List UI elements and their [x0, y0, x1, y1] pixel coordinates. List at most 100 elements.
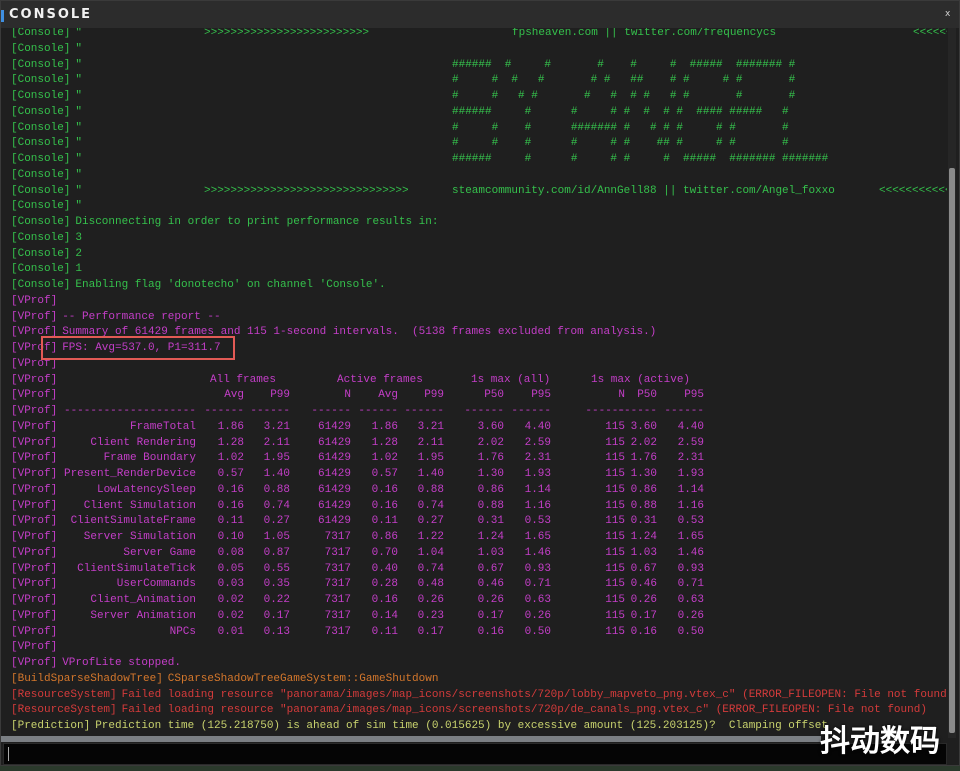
log-tag: [Console] — [11, 200, 71, 213]
log-tag: [VProf] — [11, 483, 58, 496]
cell-value: 0.71 — [524, 578, 551, 591]
log-tag: [Console] — [11, 247, 71, 260]
log-tag: [Console] — [11, 58, 71, 71]
vertical-scrollbar[interactable] — [948, 28, 956, 738]
log-text: " — [75, 42, 82, 55]
table-row: [VProf] NPCs 0.01 0.13 7317 0.11 0.17 0.16 0.50 1… — [11, 624, 947, 640]
log-tag: [VProf] — [11, 389, 58, 402]
cell-value: 0.63 — [524, 594, 551, 606]
table-row: [VProf] Server Game 0.08 0.87 7317 0.70 1.04 1.… — [11, 545, 947, 561]
log-text: CSparseShadowTreeGameSystem::GameShutdow… — [167, 672, 439, 685]
horizontal-scrollbar[interactable] — [1, 736, 821, 742]
cell-value: 2.31 — [524, 452, 551, 465]
log-line: [Console] " # # # # # # ## # # # # # — [11, 72, 947, 88]
log-tag: [VProf] — [11, 468, 58, 480]
scrollbar-thumb[interactable] — [949, 168, 955, 733]
log-tag: [VProf] — [11, 515, 58, 528]
title-accent — [1, 10, 4, 22]
log-line: [VProf] — [11, 293, 947, 309]
log-tag: [VProf] — [11, 405, 58, 417]
log-tag: [Console] — [11, 42, 71, 55]
cell-value: 1.16 — [524, 499, 551, 512]
log-line: [BuildSparseShadowTree] CSparseShadowTree… — [11, 671, 947, 687]
console-window: CONSOLE x [Console] " >>>>>>>>>>>>>>>>>>>>… — [0, 0, 960, 766]
banner-art: ###### # # # # # # # #### ##### # — [452, 105, 789, 118]
table-row: [VProf] Client Rendering 1.28 2.11 61429 1.28… — [11, 435, 947, 451]
link-text: steamcommunity.com/id/AnnGell88 || twitt… — [452, 184, 835, 197]
arrows-right: >>>>>>>>>>>>>>>>>>>>>>>>> — [204, 28, 370, 39]
cell-value: 4.40 — [524, 420, 551, 433]
cell-value: 0.63 — [677, 594, 704, 606]
log-tag: [Console] — [11, 121, 71, 134]
cell-value: 1.16 — [677, 499, 704, 512]
column-header: P95 — [684, 389, 704, 402]
log-text: Disconnecting in order to print performa… — [75, 216, 439, 228]
console-input[interactable] — [3, 743, 947, 765]
log-line: [ResourceSystem] Failed loading resource … — [11, 702, 947, 718]
log-line: [Console] " # # # # # # ## # # # # — [11, 135, 947, 151]
column-group: 1s max (all) — [471, 373, 551, 386]
log-text: " — [75, 184, 82, 197]
log-line: [Console] 1 — [11, 261, 947, 277]
cell-value: 4.40 — [677, 420, 704, 433]
log-text: " — [75, 121, 82, 134]
log-tag: [Prediction] — [11, 720, 91, 732]
cell-value: 0.53 — [524, 515, 551, 528]
cell-value: 1.14 — [524, 483, 551, 496]
watermark: 抖动数码 — [820, 724, 940, 759]
log-tag: [BuildSparseShadowTree] — [11, 672, 163, 685]
table-row: [VProf] Client Simulation 0.16 0.74 61429 0.1… — [11, 498, 947, 514]
log-tag: [Console] — [11, 168, 71, 181]
text-caret — [8, 747, 9, 761]
cell-value: 1.14 — [677, 483, 704, 496]
table-row: [VProf] UserCommands 0.03 0.35 7317 0.28 0.48 0… — [11, 576, 947, 592]
table-row: [VProf] Frame Boundary 1.02 1.95 61429 1.02 1.… — [11, 450, 947, 466]
fps-highlight-box — [41, 336, 235, 360]
log-text: Failed loading resource "panorama/images… — [121, 704, 927, 717]
arrows-left: <<<<<<< — [913, 28, 947, 39]
close-icon[interactable]: x — [945, 9, 950, 19]
table-row: [VProf] ClientSimulateFrame 0.11 0.27 61429 0… — [11, 513, 947, 529]
banner-art: # # # # # # ## # # # # # — [452, 74, 796, 87]
log-line: [Console] " — [11, 41, 947, 57]
log-text: Prediction time (125.218750) is ahead of… — [95, 720, 828, 732]
log-text: 2 — [75, 247, 82, 260]
log-line: [Prediction] Prediction time (125.218750)… — [11, 718, 947, 734]
log-text: " — [75, 90, 82, 102]
arrows-left: <<<<<<<<<<< — [879, 184, 947, 197]
cell-value: 2.59 — [677, 436, 704, 449]
log-line: [Console] " — [11, 198, 947, 214]
log-text: " — [75, 168, 82, 181]
log-tag: [Console] — [11, 90, 71, 102]
log-text: " — [75, 74, 82, 87]
divider-dashes: ------ — [511, 405, 551, 417]
log-tag: [VProf] — [11, 436, 58, 449]
log-line: [VProf] -- Performance report -- — [11, 309, 947, 325]
link-text: fpsheaven.com || twitter.com/frequencycs — [512, 28, 777, 39]
log-tag: [VProf] — [11, 373, 58, 386]
log-line: [Console] 3 — [11, 230, 947, 246]
column-group: 1s max (active) — [591, 373, 691, 386]
log-line: [Console] Disconnecting in order to print… — [11, 214, 947, 230]
log-tag: [VProf] — [11, 562, 58, 575]
column-group: Active frames — [337, 373, 423, 386]
log-line: [Console] Enabling flag 'donotecho' on ch… — [11, 277, 947, 293]
log-tag: [VProf] — [11, 625, 58, 638]
banner-art: ###### # # # # # ##### ####### # — [452, 58, 796, 71]
log-tag: [VProf] — [11, 546, 58, 559]
log-text: " — [75, 28, 82, 39]
cell-value: 0.26 — [677, 609, 704, 622]
title-bar[interactable]: CONSOLE x — [1, 1, 959, 28]
banner-art: ###### # # # # # ##### ####### ####### — [452, 153, 829, 165]
window-title: CONSOLE — [9, 7, 93, 22]
log-line: [Console] " # # # ####### # # # # # # # — [11, 120, 947, 136]
log-tag: [Console] — [11, 74, 71, 87]
log-tag: [VProf] — [11, 420, 58, 433]
banner-art: # # # # # # # # # # # # — [452, 90, 796, 102]
cell-value: 0.50 — [677, 625, 704, 638]
arrows-right: >>>>>>>>>>>>>>>>>>>>>>>>>>>>>>> — [204, 184, 409, 197]
log-tag: [Console] — [11, 184, 71, 197]
cell-value: 1.93 — [677, 468, 704, 480]
log-tag: [Console] — [11, 216, 71, 228]
log-tag: [VProf] — [11, 641, 58, 654]
